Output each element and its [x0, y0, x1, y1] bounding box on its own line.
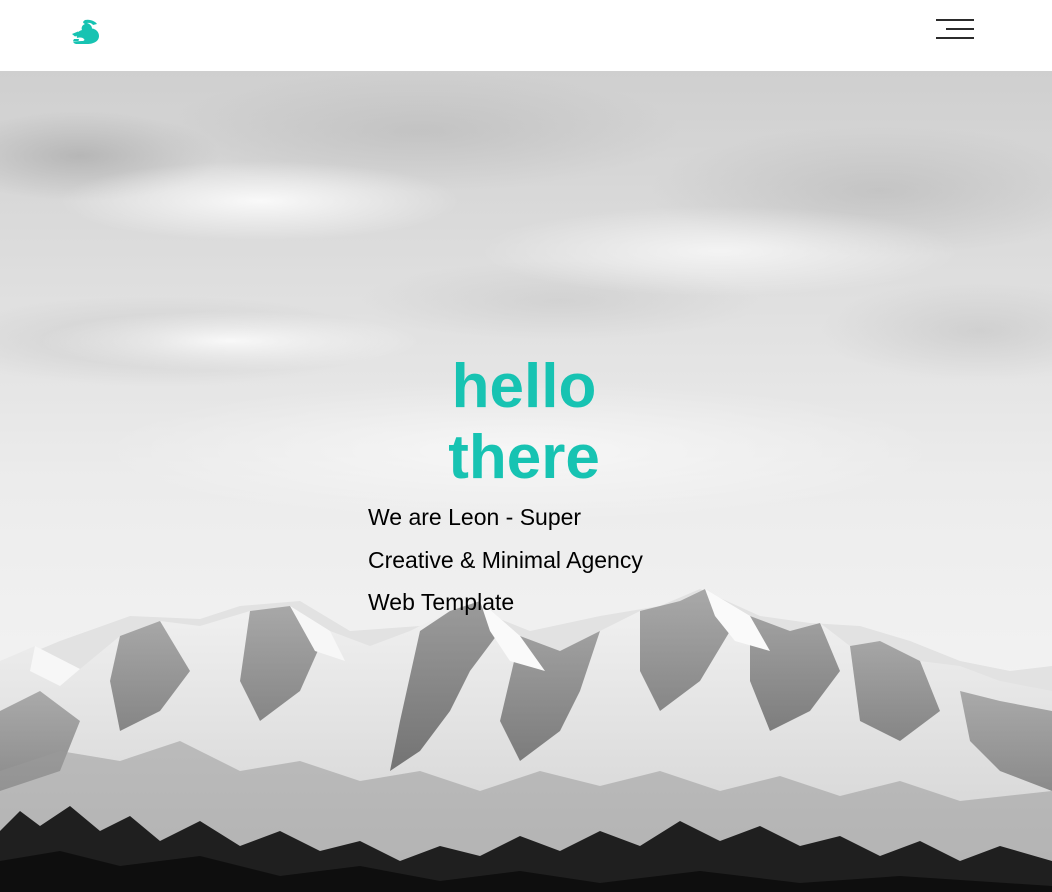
hero-section: hello there We are Leon - Super Creative…	[0, 71, 1052, 892]
hero-subtitle: We are Leon - Super Creative & Minimal A…	[368, 504, 643, 615]
site-header	[0, 0, 1052, 71]
logo-link[interactable]	[71, 19, 101, 45]
dragon-logo-icon	[72, 19, 99, 44]
hamburger-menu-icon	[936, 19, 974, 21]
hero-title: hello there	[324, 351, 724, 493]
page: hello there We are Leon - Super Creative…	[0, 0, 1052, 892]
hamburger-menu-icon-middle	[946, 28, 974, 30]
hero-title-line-1: hello	[451, 352, 597, 421]
menu-toggle-button[interactable]	[934, 16, 976, 44]
hamburger-menu-icon-bottom	[936, 37, 974, 39]
hero-content: hello there We are Leon - Super Creative…	[0, 71, 1052, 892]
hero-title-line-2: there	[448, 423, 600, 492]
